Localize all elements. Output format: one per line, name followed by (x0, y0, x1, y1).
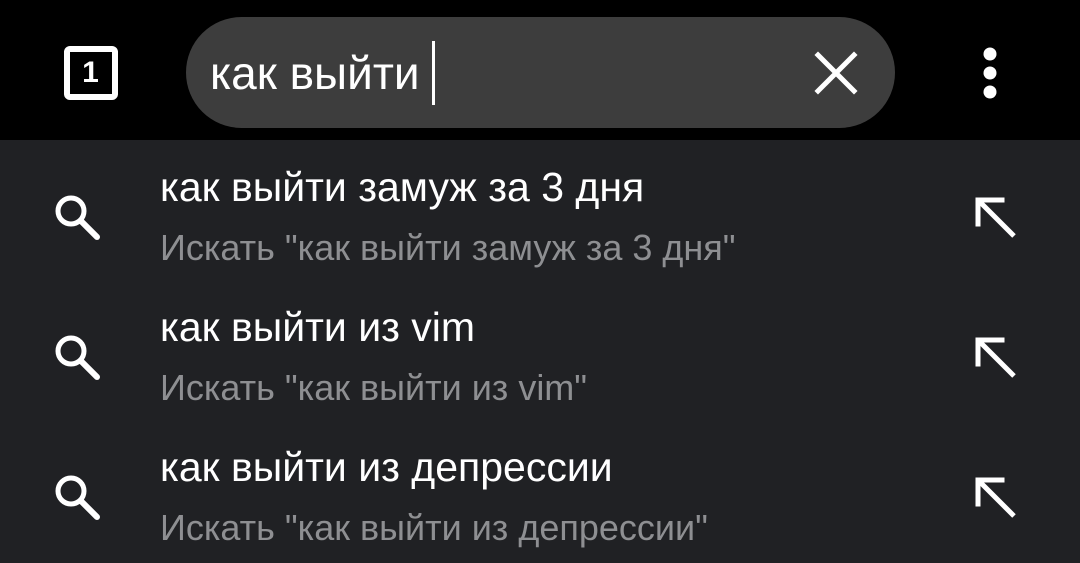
suggestion-subtitle: Искать "как выйти замуж за 3 дня" (160, 227, 736, 268)
suggestion-subtitle: Искать "как выйти из депрессии" (160, 507, 708, 548)
text-caret (431, 41, 435, 105)
browser-screen: 1 как выйти как выйти замуж за 3 дня Иск… (0, 0, 1080, 563)
address-bar[interactable]: как выйти (186, 17, 895, 128)
suggestion-title: как выйти замуж за 3 дня (160, 164, 645, 210)
suggestion-item[interactable]: как выйти из vim Искать "как выйти из vi… (0, 280, 1080, 420)
search-icon (55, 195, 100, 240)
fill-query-button[interactable] (960, 462, 1030, 532)
fill-query-button[interactable] (960, 322, 1030, 392)
suggestion-subtitle: Искать "как выйти из vim" (160, 367, 588, 408)
suggestion-title: как выйти из депрессии (160, 444, 613, 490)
search-icon (55, 335, 100, 380)
arrow-up-left-icon (975, 477, 1016, 518)
arrow-up-left-icon (975, 337, 1016, 378)
tab-switcher-button[interactable]: 1 (56, 41, 125, 105)
suggestion-title: как выйти из vim (160, 304, 476, 350)
clear-button[interactable] (806, 43, 866, 103)
fill-query-button[interactable] (960, 182, 1030, 252)
close-icon (814, 51, 858, 95)
search-input[interactable]: как выйти (210, 41, 435, 105)
menu-button[interactable] (966, 40, 1014, 106)
top-toolbar: 1 как выйти (0, 0, 1080, 140)
search-query-text: как выйти (210, 47, 420, 99)
more-vert-icon (983, 47, 997, 99)
suggestion-item[interactable]: как выйти из депрессии Искать "как выйти… (0, 420, 1080, 560)
suggestion-item[interactable]: как выйти замуж за 3 дня Искать "как вый… (0, 140, 1080, 280)
suggestion-list: как выйти замуж за 3 дня Искать "как вый… (0, 140, 1080, 563)
arrow-up-left-icon (975, 197, 1016, 238)
tab-count: 1 (82, 56, 99, 89)
search-icon (55, 475, 100, 520)
tab-count-icon: 1 (63, 46, 118, 100)
